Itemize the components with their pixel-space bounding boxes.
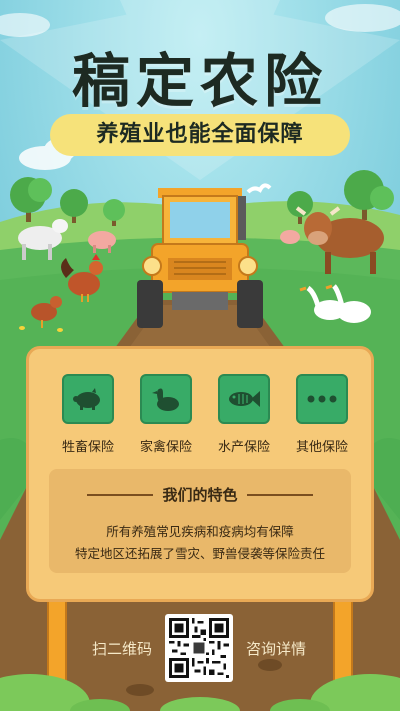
insurance-type-label: 其他保险 — [295, 440, 348, 455]
insurance-type-label: 牲畜保险 — [61, 440, 114, 455]
insurance-type-aquatic[interactable]: 水产保险 — [205, 374, 283, 455]
scan-qr-label: 扫二维码 — [92, 640, 153, 658]
insurance-type-livestock[interactable]: 牲畜保险 — [49, 374, 127, 455]
insurance-types-row: 牲畜保险 家禽保险 水产保险 其他保险 — [49, 374, 361, 455]
insurance-type-poultry[interactable]: 家禽保险 — [127, 374, 205, 455]
features-title: 我们的特色 — [162, 486, 238, 504]
page-subtitle: 养殖业也能全面保障 — [50, 114, 350, 156]
insurance-type-label: 水产保险 — [217, 440, 270, 455]
page-title: 稿定农险 — [71, 47, 328, 115]
pig — [280, 230, 300, 244]
insurance-type-label: 家禽保险 — [139, 440, 192, 455]
more-dots-icon — [296, 374, 348, 424]
info-board: 牲畜保险 家禽保险 水产保险 其他保险 我们的特色 所有养殖常见疾病和疫病均有保… — [26, 346, 374, 602]
insurance-type-other[interactable]: 其他保险 — [283, 374, 361, 455]
pig-icon — [62, 374, 114, 424]
duck-icon — [140, 374, 192, 424]
qr-code-image — [169, 618, 229, 678]
feature-line: 特定地区还拓展了雪灾、野兽侵袭等保险责任 — [74, 546, 325, 561]
fish-icon — [218, 374, 270, 424]
feature-line: 所有养殖常见疾病和疫病均有保障 — [106, 524, 294, 539]
consult-details-label: 咨询详情 — [246, 640, 307, 658]
qr-code[interactable] — [165, 614, 233, 682]
features-box: 我们的特色 所有养殖常见疾病和疫病均有保障 特定地区还拓展了雪灾、野兽侵袭等保险… — [49, 469, 351, 573]
